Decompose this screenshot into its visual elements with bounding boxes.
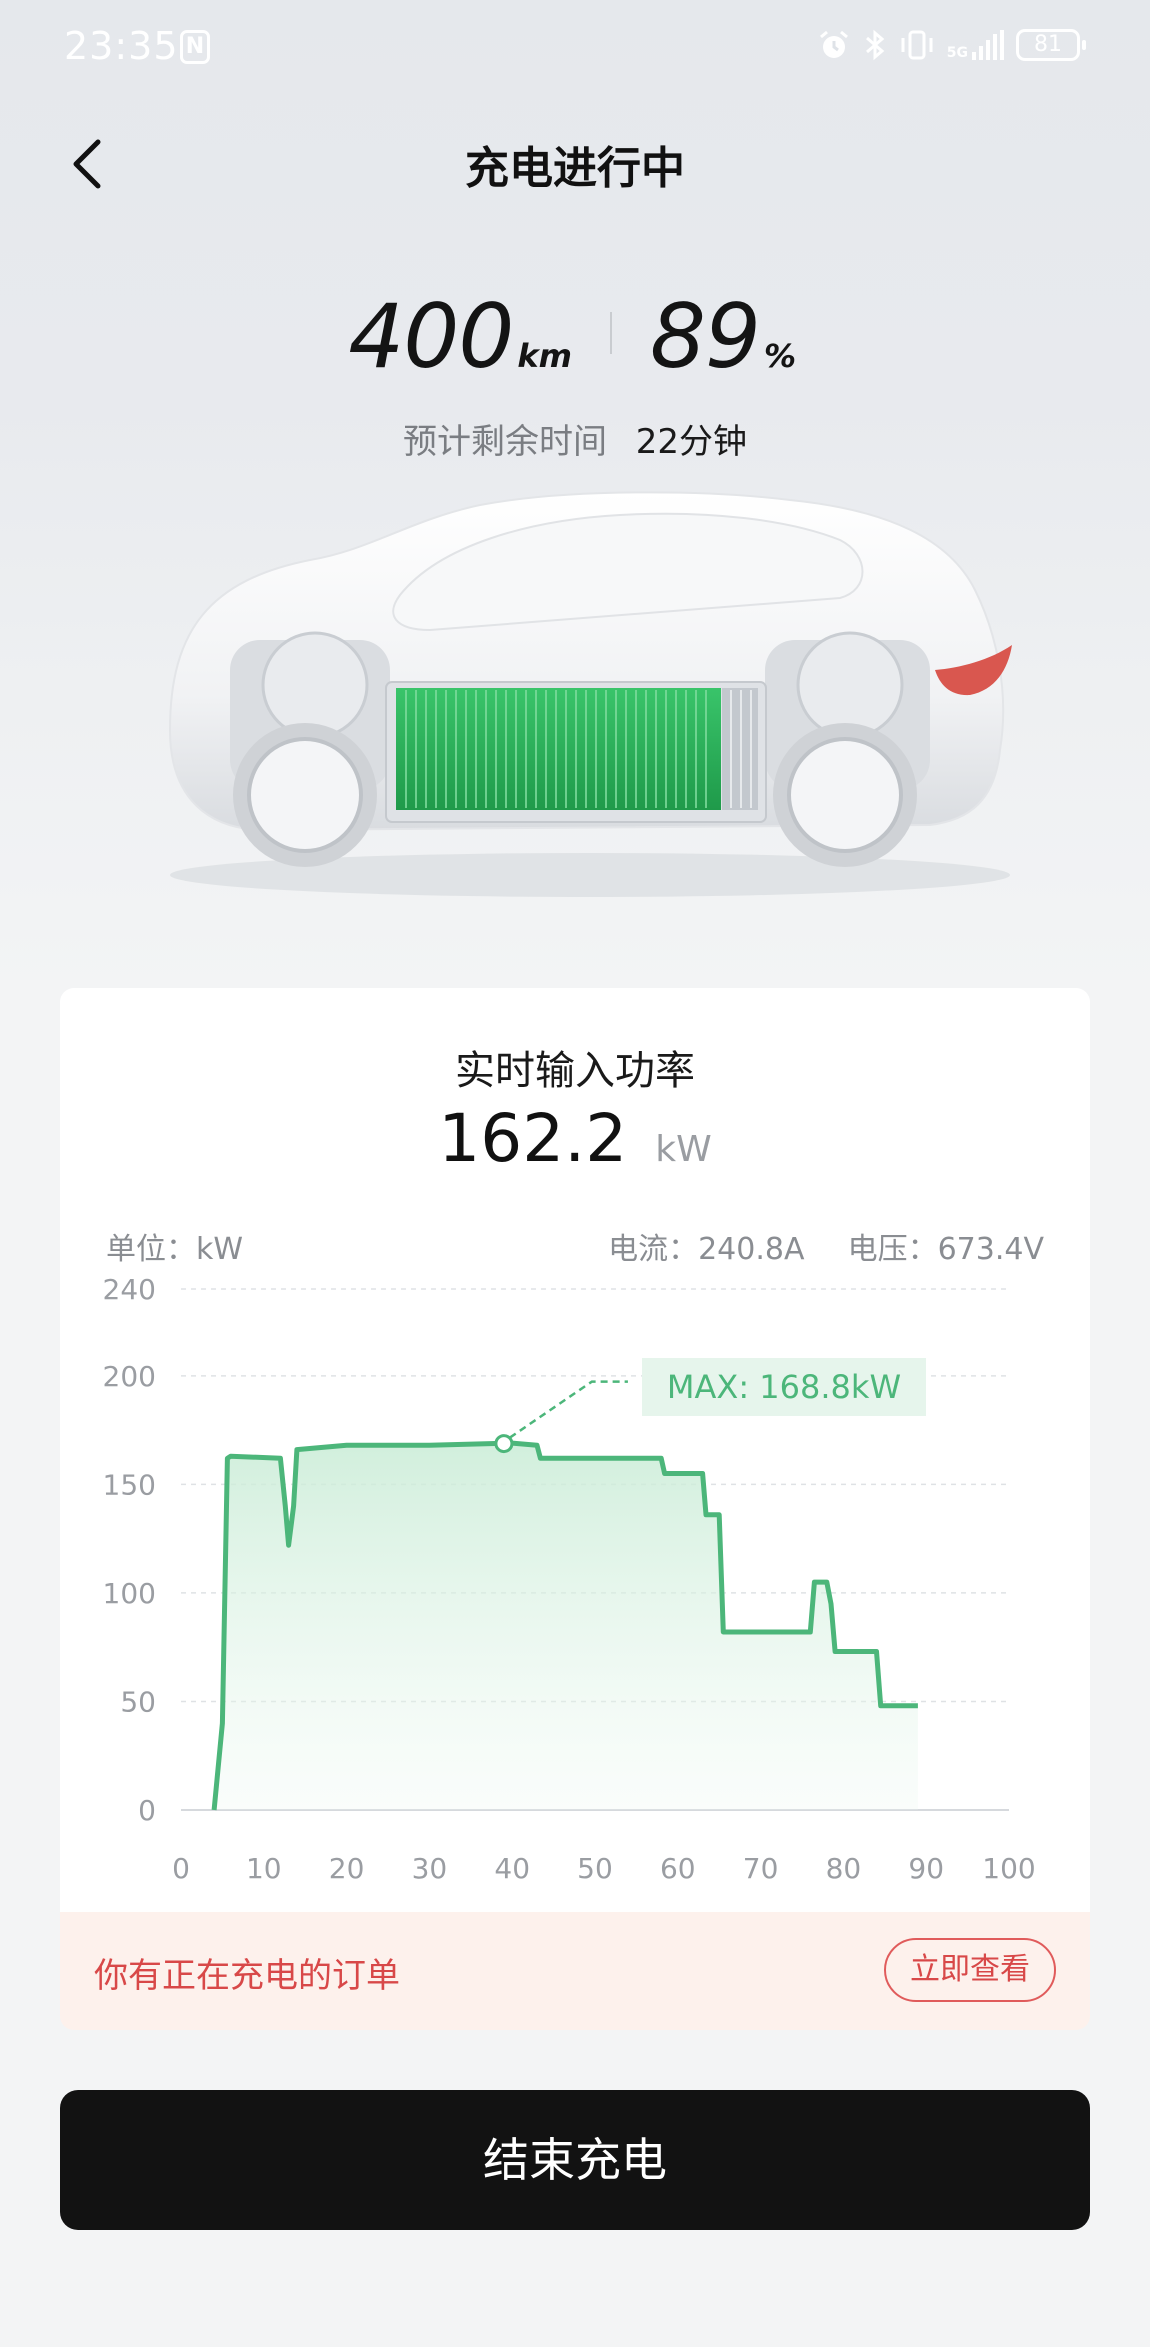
end-charging-button[interactable]: 结束充电 xyxy=(60,2090,1090,2230)
battery-icon: 81 xyxy=(1016,29,1086,61)
x-tick-label: 40 xyxy=(494,1852,530,1885)
x-tick-label: 0 xyxy=(172,1852,190,1885)
stat-divider xyxy=(610,312,612,354)
alarm-icon xyxy=(819,30,848,58)
charge-stats: 400 km 89 % xyxy=(0,282,1150,382)
x-tick-label: 70 xyxy=(743,1852,779,1885)
nfc-icon: N xyxy=(180,30,210,64)
x-tick-label: 30 xyxy=(412,1852,448,1885)
range-unit: km xyxy=(517,337,572,375)
power-card: 实时输入功率 162.2 kW 单位：kW 电流：240.8A 电压：673.4V… xyxy=(60,988,1090,2028)
y-tick-label: 0 xyxy=(138,1794,156,1827)
car-battery-illustration xyxy=(168,491,1012,897)
status-time: 23:35 xyxy=(64,24,179,68)
x-tick-label: 10 xyxy=(246,1852,282,1885)
order-banner-text: 你有正在充电的订单 xyxy=(94,1956,400,1996)
x-tick-label: 20 xyxy=(329,1852,365,1885)
y-tick-label: 240 xyxy=(103,1273,156,1306)
remaining-time: 预计剩余时间 22分钟 xyxy=(0,414,1150,463)
max-point-marker xyxy=(494,1434,514,1454)
y-tick-label: 200 xyxy=(103,1360,156,1393)
soc-stat: 89 % xyxy=(650,292,796,382)
view-order-button[interactable]: 立即查看 xyxy=(884,1938,1056,2002)
soc-value: 89 xyxy=(650,285,761,388)
order-banner: 你有正在充电的订单 立即查看 xyxy=(60,1912,1090,2030)
max-label: MAX: 168.8kW xyxy=(667,1368,901,1406)
remaining-time-value: 22分钟 xyxy=(635,422,748,462)
status-icons: 5G 81 xyxy=(817,28,1086,62)
x-tick-label: 60 xyxy=(660,1852,696,1885)
soc-unit: % xyxy=(763,337,797,375)
y-tick-label: 150 xyxy=(103,1468,156,1501)
network-type: 5G xyxy=(946,45,968,61)
x-tick-label: 80 xyxy=(826,1852,862,1885)
signal-icon: 5G xyxy=(947,30,1004,60)
range-value: 400 xyxy=(348,285,514,388)
x-tick-label: 50 xyxy=(577,1852,613,1885)
x-tick-label: 90 xyxy=(908,1852,944,1885)
x-tick-label: 100 xyxy=(982,1852,1035,1885)
page-title: 充电进行中 xyxy=(465,143,685,194)
bluetooth-icon xyxy=(865,29,885,61)
vibrate-icon xyxy=(901,30,933,60)
max-callout-line xyxy=(509,1380,628,1439)
remaining-time-label: 预计剩余时间 xyxy=(402,422,607,462)
power-chart: 0 50 100 150 200 240 0 10 20 30 40 50 60 70 80 90 100 MAX… xyxy=(103,1273,1036,1885)
status-bar: 23:35 N 5G 81 xyxy=(0,0,1150,100)
range-stat: 400 km xyxy=(348,292,572,382)
y-tick-label: 100 xyxy=(103,1577,156,1610)
y-tick-label: 50 xyxy=(120,1685,156,1718)
